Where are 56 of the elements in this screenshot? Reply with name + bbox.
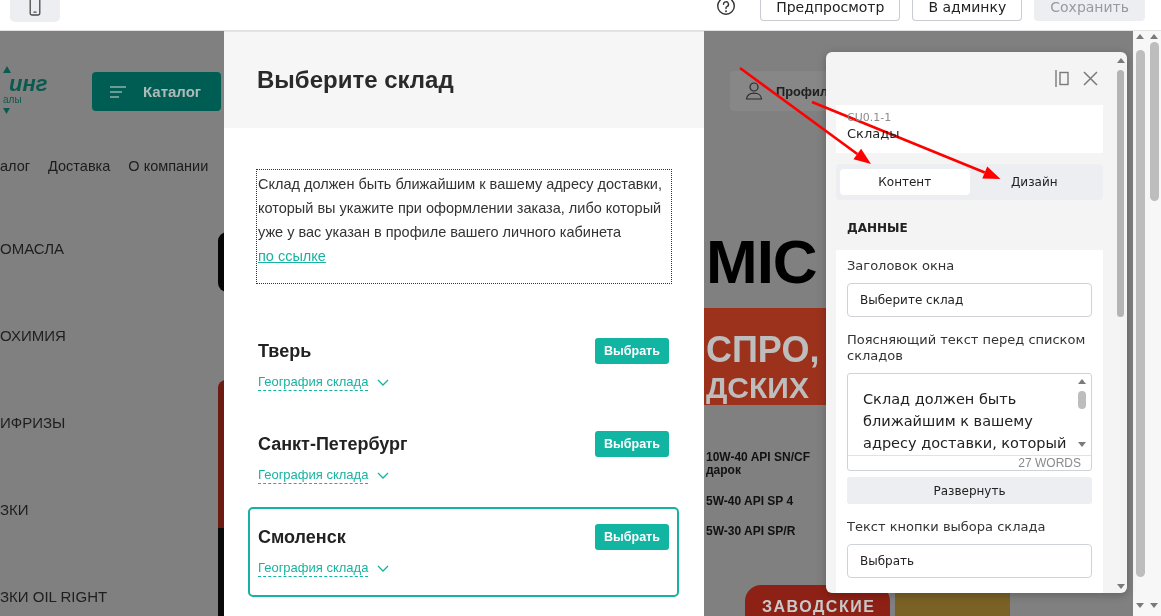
triangle-icon [3,66,11,73]
device-toggle[interactable] [10,0,60,22]
field-label: Заголовок окна [847,258,956,274]
phone-icon [29,0,41,16]
category-link[interactable]: ИФРИЗЫ [0,379,218,466]
field-label: Поясняющий текст перед списком складов [847,332,1087,364]
headline-text: ДСКИХ [706,372,809,404]
triangle-down-icon [3,108,10,114]
select-button[interactable]: Выбрать [595,524,669,550]
dock-panel-icon[interactable] [1055,70,1069,87]
word-count: 27 WORDS [848,455,1091,470]
product-text: 10W-40 API SN/CF [706,451,810,464]
product-text: 5W-40 API SP 4 [706,494,794,508]
geography-link[interactable]: География склада [258,560,390,577]
warehouse-name: Тверь [258,340,312,362]
headline-text: СПРО, [706,328,820,372]
nav-link[interactable]: алог [0,154,31,180]
section-title: ДАННЫЕ [847,221,909,235]
tab[interactable]: Дизайн [969,169,1099,195]
product-note: дарок [706,464,741,477]
logo-tagline: алы [3,95,22,105]
admin-button[interactable]: В админку [912,0,1023,21]
warehouse-name: Санкт-Петербург [258,433,408,455]
warehouse-card[interactable]: Санкт-Петербург Выбрать География склада [248,414,679,504]
field-label: Текст кнопки выбора склада [847,519,1047,535]
logo-text: инг [9,73,48,95]
help-icon[interactable] [716,0,737,15]
catalog-button[interactable]: Каталог [92,72,221,111]
editor-text[interactable]: Склад должен быть ближайшим к вашему адресу доставки, который [848,374,1074,455]
expand-button[interactable]: Развернуть [847,477,1092,504]
brand-text: MIC [706,232,817,292]
select-button[interactable]: Выбрать [595,338,669,364]
warehouse-card[interactable]: Тверь Выбрать География склада [248,321,679,411]
category-link[interactable]: ОХИМИЯ [0,292,218,379]
geography-link[interactable]: География склада [258,467,390,484]
select-button[interactable]: Выбрать [595,431,669,457]
warehouse-name: Смоленск [258,526,346,548]
menu-icon [110,85,126,98]
nav-link[interactable]: Доставка [48,154,111,180]
category-link[interactable]: ЗКИ [0,466,218,553]
preview-button[interactable]: Предпросмотр [760,0,901,21]
geography-link[interactable]: География склада [258,374,390,391]
text-editor[interactable]: Склад должен быть ближайшим к вашему адресу доставки, который 27 WORDS [847,373,1092,471]
user-icon [745,82,763,100]
close-icon[interactable] [1083,71,1098,86]
tab[interactable]: Контент [840,169,970,195]
category-link[interactable]: ОМАСЛА [0,205,218,292]
category-link[interactable]: ЗКИ OIL RIGHT [0,553,218,616]
profile-link[interactable]: по ссылке [258,248,326,264]
nav-link[interactable]: О компании [128,154,209,180]
warehouse-card[interactable]: Смоленск Выбрать География склада [248,507,679,597]
text-input[interactable]: Выбрать [847,544,1092,578]
dialog-title: Выберите склад [257,66,454,94]
description-text: Склад должен быть ближайшим к вашему адресу доставки, который вы укажите при оформлении заказа, либо который уже у вас указан в профиле вашего личного кабинета по ссылке [256,169,672,284]
text-input[interactable]: Выберите склад [847,283,1092,317]
product-text: 5W-30 API SP/R [706,525,796,538]
